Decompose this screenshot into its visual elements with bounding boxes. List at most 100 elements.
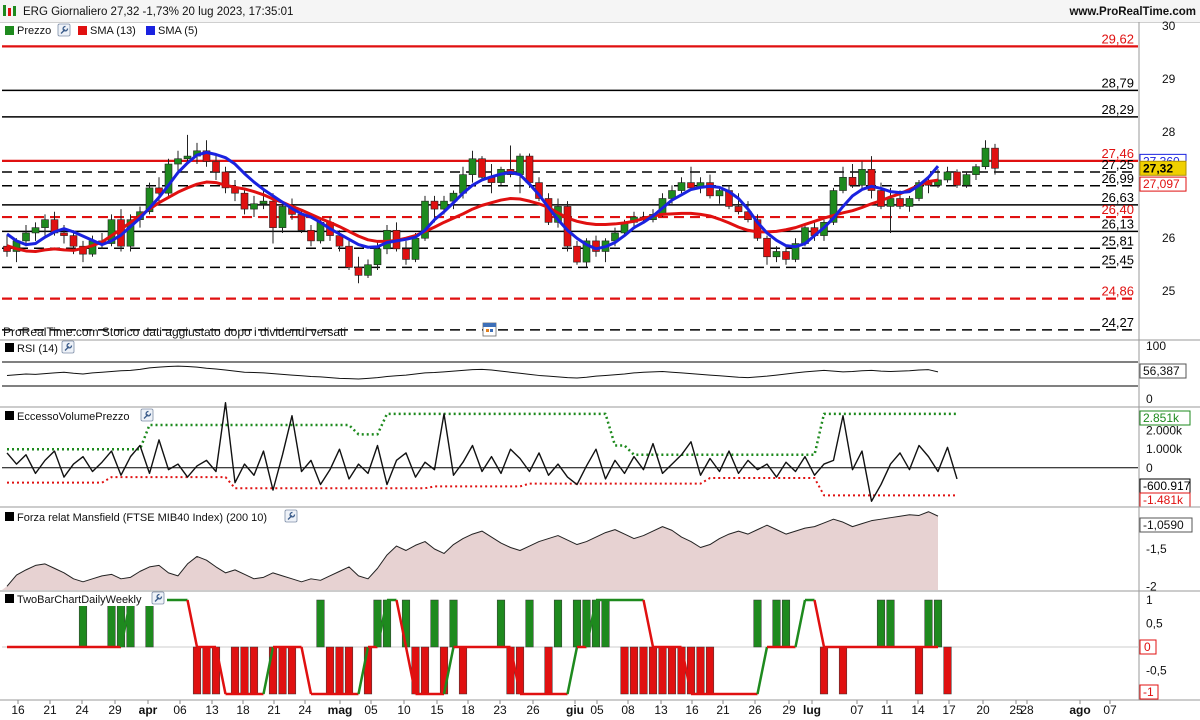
twobar-daily-bar[interactable] [240, 646, 249, 695]
candle[interactable] [478, 156, 486, 180]
twobar-daily-bar[interactable] [430, 599, 439, 648]
twobar-daily-bar[interactable] [192, 646, 202, 695]
candle[interactable] [183, 134, 192, 162]
twobar-daily-bar[interactable] [249, 646, 259, 695]
candle[interactable] [345, 240, 353, 271]
twobar-daily-bar[interactable] [914, 646, 924, 695]
calendar-icon[interactable] [482, 322, 497, 337]
twobar-daily-bar[interactable] [667, 646, 677, 695]
twobar-daily-bar[interactable] [572, 599, 582, 648]
wrench-icon[interactable] [151, 591, 165, 605]
evp-lower-envelope[interactable] [7, 476, 957, 497]
twobar-daily-bar[interactable] [230, 646, 240, 695]
wrench-icon[interactable] [140, 408, 154, 422]
evp-last: -600.917 [1143, 479, 1191, 493]
candle[interactable] [354, 256, 363, 284]
twobar-daily-bar[interactable] [420, 646, 430, 695]
level-label: 24,86 [1101, 284, 1134, 299]
candle[interactable] [364, 259, 372, 278]
twobar-daily-bar[interactable] [316, 599, 325, 648]
candle[interactable] [573, 240, 581, 265]
candle[interactable] [221, 166, 230, 194]
x-tick-label: 17 [942, 703, 956, 717]
candle[interactable] [383, 224, 391, 255]
twobar-daily-bar[interactable] [107, 599, 116, 648]
twobar-daily-bar[interactable] [458, 646, 468, 695]
candle[interactable] [953, 169, 961, 188]
candle[interactable] [905, 195, 914, 212]
twobar-daily-bar[interactable] [496, 599, 506, 648]
twobar-daily-bar[interactable] [658, 646, 667, 695]
calendar-icon-cell [490, 329, 493, 332]
twobar-daily-bar[interactable] [344, 646, 354, 695]
candle[interactable] [763, 235, 771, 265]
twobar-daily-bar[interactable] [287, 646, 297, 695]
twobar-daily-bar[interactable] [145, 599, 154, 648]
twobar-daily-bar[interactable] [772, 599, 781, 648]
twobar-daily-bar[interactable] [781, 599, 791, 648]
candle[interactable] [601, 238, 610, 263]
candle[interactable] [991, 143, 999, 175]
twobar-daily-bar[interactable] [620, 646, 629, 695]
candle[interactable] [468, 150, 477, 183]
candle[interactable] [231, 179, 239, 202]
candle[interactable] [677, 177, 686, 194]
twobar-daily-bar[interactable] [819, 646, 829, 695]
twobar-daily-bar[interactable] [335, 646, 344, 695]
candle[interactable] [943, 166, 952, 183]
candle[interactable] [402, 240, 410, 265]
twobar-daily-bar[interactable] [325, 646, 335, 695]
twobar-daily-bar[interactable] [544, 646, 553, 695]
candle[interactable] [972, 164, 980, 180]
chart-canvas[interactable]: ERG Giornaliero 27,32 -1,73% 20 lug 2023… [0, 0, 1200, 720]
twobar-daily-bar[interactable] [525, 599, 534, 648]
candle[interactable] [392, 222, 401, 252]
candle[interactable] [79, 240, 87, 263]
candle[interactable] [867, 156, 876, 199]
twobar-daily-bar[interactable] [78, 599, 88, 648]
candle[interactable] [696, 177, 705, 194]
twobar-daily-bar[interactable] [639, 646, 648, 695]
twobar-daily-bar[interactable] [449, 599, 458, 648]
wrench-icon[interactable] [57, 23, 71, 37]
candle[interactable] [421, 195, 429, 241]
twobar-daily-bar[interactable] [696, 646, 705, 695]
twobar-daily-bar[interactable] [601, 599, 610, 648]
wrench-icon[interactable] [61, 340, 75, 354]
twobar-daily-bar[interactable] [705, 646, 715, 695]
twobar-daily-bar[interactable] [838, 646, 848, 695]
twobar-daily-bar[interactable] [278, 646, 287, 695]
rsi-line[interactable] [6, 365, 939, 380]
twobar-daily-bar[interactable] [943, 646, 952, 695]
twobar-daily-bar[interactable] [933, 599, 943, 648]
twobar-daily-bar[interactable] [648, 646, 658, 695]
twobar-daily-bar[interactable] [886, 599, 895, 648]
x-tick-label: 06 [173, 703, 187, 717]
twobar-last-label: -1 [1143, 685, 1154, 699]
candle[interactable] [715, 187, 724, 204]
candle[interactable] [962, 171, 971, 188]
candle-body [240, 192, 249, 210]
twobar-daily-bar[interactable] [876, 599, 886, 648]
candle[interactable] [791, 238, 800, 263]
twobar-daily-bar[interactable] [553, 599, 563, 648]
candle[interactable] [839, 166, 847, 194]
twobar-daily-bar[interactable] [629, 646, 639, 695]
candle[interactable] [212, 153, 220, 180]
candle[interactable] [31, 222, 40, 241]
level-label: 27,25 [1101, 157, 1134, 172]
twobar-daily-bar[interactable] [924, 599, 933, 648]
candle[interactable] [725, 185, 733, 210]
candle[interactable] [240, 187, 249, 215]
wrench-icon[interactable] [284, 509, 298, 523]
candle[interactable] [687, 166, 695, 191]
candle[interactable] [981, 140, 990, 170]
candle[interactable] [250, 195, 258, 218]
x-tick-label: ago [1069, 703, 1090, 717]
twobar-daily-bar[interactable] [202, 646, 211, 695]
candle[interactable] [278, 201, 287, 233]
site-label[interactable]: www.ProRealTime.com [1068, 6, 1196, 18]
candle[interactable] [848, 164, 857, 188]
twobar-daily-bar[interactable] [753, 599, 762, 648]
candle[interactable] [307, 224, 315, 247]
